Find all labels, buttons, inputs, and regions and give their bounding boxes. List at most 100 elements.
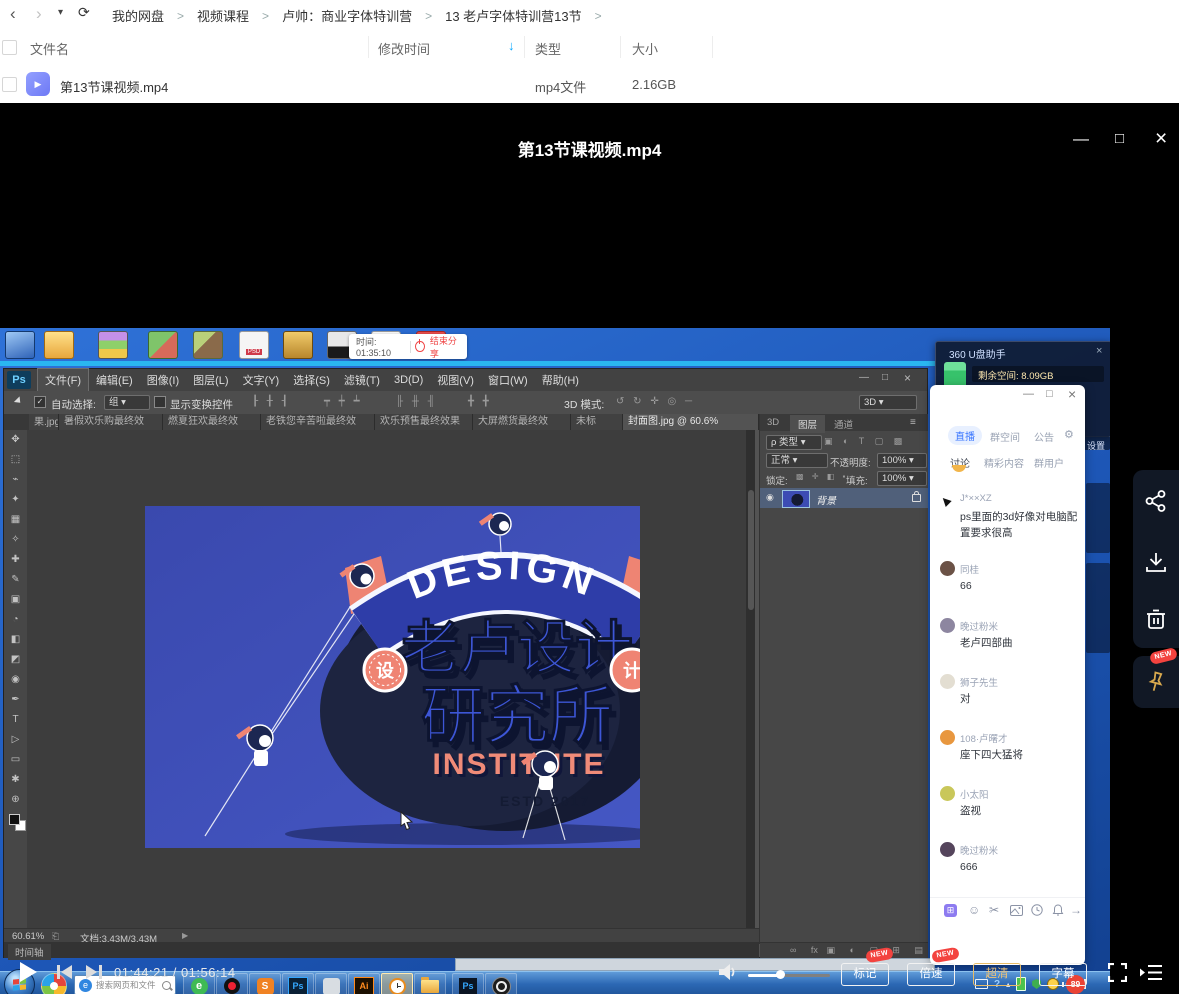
breadcrumb-item[interactable]: 13 老卢字体特训营13节 <box>445 6 582 25</box>
foreground-color-swatch[interactable] <box>9 814 20 825</box>
chat-tab-notice[interactable]: 公告 <box>1034 429 1054 444</box>
ps-minimize-icon[interactable]: — <box>859 372 869 383</box>
sort-desc-icon[interactable]: ↓ <box>508 38 515 53</box>
ps-menu-3d[interactable]: 3D(D) <box>387 371 430 389</box>
ps-menu-window[interactable]: 窗口(W) <box>481 369 535 391</box>
layer-filter-icons[interactable]: ▣ ◐ T ▢ ▩ <box>824 436 906 447</box>
doc-tab[interactable]: 老铁您辛苦啦最终效果.jpg× <box>261 414 375 430</box>
dark-folder-icon[interactable] <box>283 331 313 359</box>
dodge-tool[interactable]: ◉ <box>4 670 27 690</box>
ps-menu-view[interactable]: 视图(V) <box>430 369 481 391</box>
breadcrumb-item[interactable]: 视频课程 <box>197 6 249 25</box>
doc-tab[interactable]: 暑假欢乐购最终效果.jpg× <box>59 414 163 430</box>
ps-close-icon[interactable]: × <box>904 371 911 385</box>
path-select-tool[interactable]: ▷ <box>4 730 27 750</box>
zoom-level[interactable]: 60.61% <box>12 931 44 942</box>
show-transform-checkbox[interactable] <box>154 396 166 408</box>
settings-chip[interactable]: 设置 <box>1082 436 1110 450</box>
usb-popup-close-icon[interactable]: × <box>1096 345 1102 357</box>
image-viewer-icon[interactable] <box>193 331 223 359</box>
file-checkbox[interactable] <box>2 77 17 92</box>
column-modified[interactable]: 修改时间 <box>378 39 430 58</box>
wand-tool[interactable]: ✦ <box>4 490 27 510</box>
history-brush-tool[interactable]: ◔ <box>4 610 27 630</box>
auto-select-checkbox[interactable]: ✓ <box>34 396 46 408</box>
fullscreen-button[interactable] <box>1108 963 1127 982</box>
doc-tab[interactable]: 果.jpg× <box>29 414 59 430</box>
file-row[interactable]: ▶ 第13节课视频.mp4 mp4文件 2.16GB <box>0 64 1179 103</box>
align-icons[interactable]: ┠ ╂ ┨ <box>252 396 291 407</box>
screenshot-icon[interactable]: ✂ <box>989 903 999 917</box>
blend-mode-dropdown[interactable]: 正常 ▾ <box>766 453 828 468</box>
pin-button[interactable] <box>1144 670 1168 694</box>
ps-menu-type[interactable]: 文字(Y) <box>236 369 287 391</box>
chat-minimize-icon[interactable]: — <box>1023 388 1034 400</box>
ps-menu-filter[interactable]: 滤镜(T) <box>337 369 387 391</box>
auto-select-dropdown[interactable]: 组 ▾ <box>104 395 150 410</box>
column-size[interactable]: 大小 <box>632 39 658 58</box>
doc-tab[interactable]: 未标题-1× <box>571 414 623 430</box>
refresh-icon[interactable]: ⟳ <box>78 4 90 21</box>
gift-icon[interactable]: ⊞ <box>944 904 957 917</box>
move-tool[interactable]: ✥ <box>4 430 27 450</box>
distribute-icons[interactable]: ╋ ╋ <box>468 396 492 407</box>
history-dropdown-icon[interactable]: ▾ <box>58 7 63 18</box>
chat-maximize-icon[interactable]: □ <box>1046 388 1053 400</box>
photos-app-icon[interactable] <box>148 331 178 359</box>
column-type[interactable]: 类型 <box>535 39 561 58</box>
chat-subtab-members[interactable]: 群用户 <box>1034 455 1064 470</box>
type-tool[interactable]: T <box>4 710 27 730</box>
doc-tab[interactable]: 大屏燃货最终效果.jpg× <box>473 414 571 430</box>
canvas-scrollbar[interactable] <box>746 430 755 928</box>
lock-icons[interactable]: ▩ ✛ ◧ ▪ <box>796 472 848 481</box>
ps-menu-help[interactable]: 帮助(H) <box>535 369 586 391</box>
send-arrow-icon[interactable]: → <box>1070 903 1082 917</box>
eraser-tool[interactable]: ◧ <box>4 630 27 650</box>
window-minimize-icon[interactable]: — <box>1073 131 1089 149</box>
panel-tab-3d[interactable]: 3D <box>767 417 779 428</box>
zoom-tool[interactable]: ⊕ <box>4 790 27 810</box>
panel-tab-channels[interactable]: 通道 <box>834 417 853 431</box>
forward-icon[interactable]: › <box>36 4 42 24</box>
chat-tab-live[interactable]: 直播 <box>948 426 982 445</box>
status-menu-icon[interactable]: ▶ <box>182 931 188 940</box>
doc-tab[interactable]: 欢乐预售最终效果2.jpg× <box>375 414 473 430</box>
volume-icon[interactable] <box>719 963 739 981</box>
opacity-value[interactable]: 100% ▾ <box>877 453 927 468</box>
layer-filter-dropdown[interactable]: ρ 类型 ▾ <box>766 435 822 450</box>
distribute-icons[interactable]: ╟ ╫ ╢ <box>396 396 438 407</box>
layer-thumbnail[interactable] <box>782 490 810 508</box>
select-all-checkbox[interactable] <box>2 40 17 55</box>
image-icon[interactable] <box>1010 905 1023 916</box>
winrar-icon[interactable] <box>98 331 128 359</box>
download-button[interactable] <box>1145 551 1167 573</box>
folder-icon[interactable] <box>44 331 74 359</box>
ps-menu-file[interactable]: 文件(F) <box>37 368 89 392</box>
my-computer-icon[interactable] <box>5 331 35 359</box>
breadcrumb-item[interactable]: 卢帅：商业字体特训营 <box>282 6 412 25</box>
panel-tab-layers[interactable]: 图层 <box>790 415 825 433</box>
fill-value[interactable]: 100% ▾ <box>877 471 927 486</box>
ps-menu-edit[interactable]: 编辑(E) <box>89 369 140 391</box>
panel-menu-icon[interactable]: ≡ <box>910 417 916 428</box>
bell-icon[interactable] <box>1052 904 1064 916</box>
window-maximize-icon[interactable]: □ <box>1115 130 1124 147</box>
layer-name[interactable]: 背景 <box>816 492 836 507</box>
psd-file-icon[interactable]: PSD <box>239 331 269 359</box>
quality-button[interactable]: 超清 <box>973 963 1021 986</box>
crop-tool[interactable]: ▦ <box>4 510 27 530</box>
layer-visibility-icon[interactable]: ◉ <box>766 492 774 503</box>
volume-knob[interactable] <box>776 970 785 979</box>
align-icons[interactable]: ┯ ┿ ┷ <box>324 396 363 407</box>
subtitle-button[interactable]: 字幕 <box>1039 963 1087 986</box>
volume-track[interactable] <box>748 974 830 977</box>
history-clock-icon[interactable] <box>1031 904 1043 916</box>
eyedropper-tool[interactable]: ✧ <box>4 530 27 550</box>
gradient-tool[interactable]: ◩ <box>4 650 27 670</box>
doc-tab-active[interactable]: 封面图.jpg @ 60.6%(RGB/8)× <box>623 414 759 430</box>
heal-tool[interactable]: ✚ <box>4 550 27 570</box>
share-button[interactable] <box>1145 490 1167 512</box>
lasso-tool[interactable]: ⌁ <box>4 470 27 490</box>
ps-menu-layer[interactable]: 图层(L) <box>186 369 235 391</box>
layer-row-background[interactable]: ◉ 背景 <box>760 488 928 508</box>
